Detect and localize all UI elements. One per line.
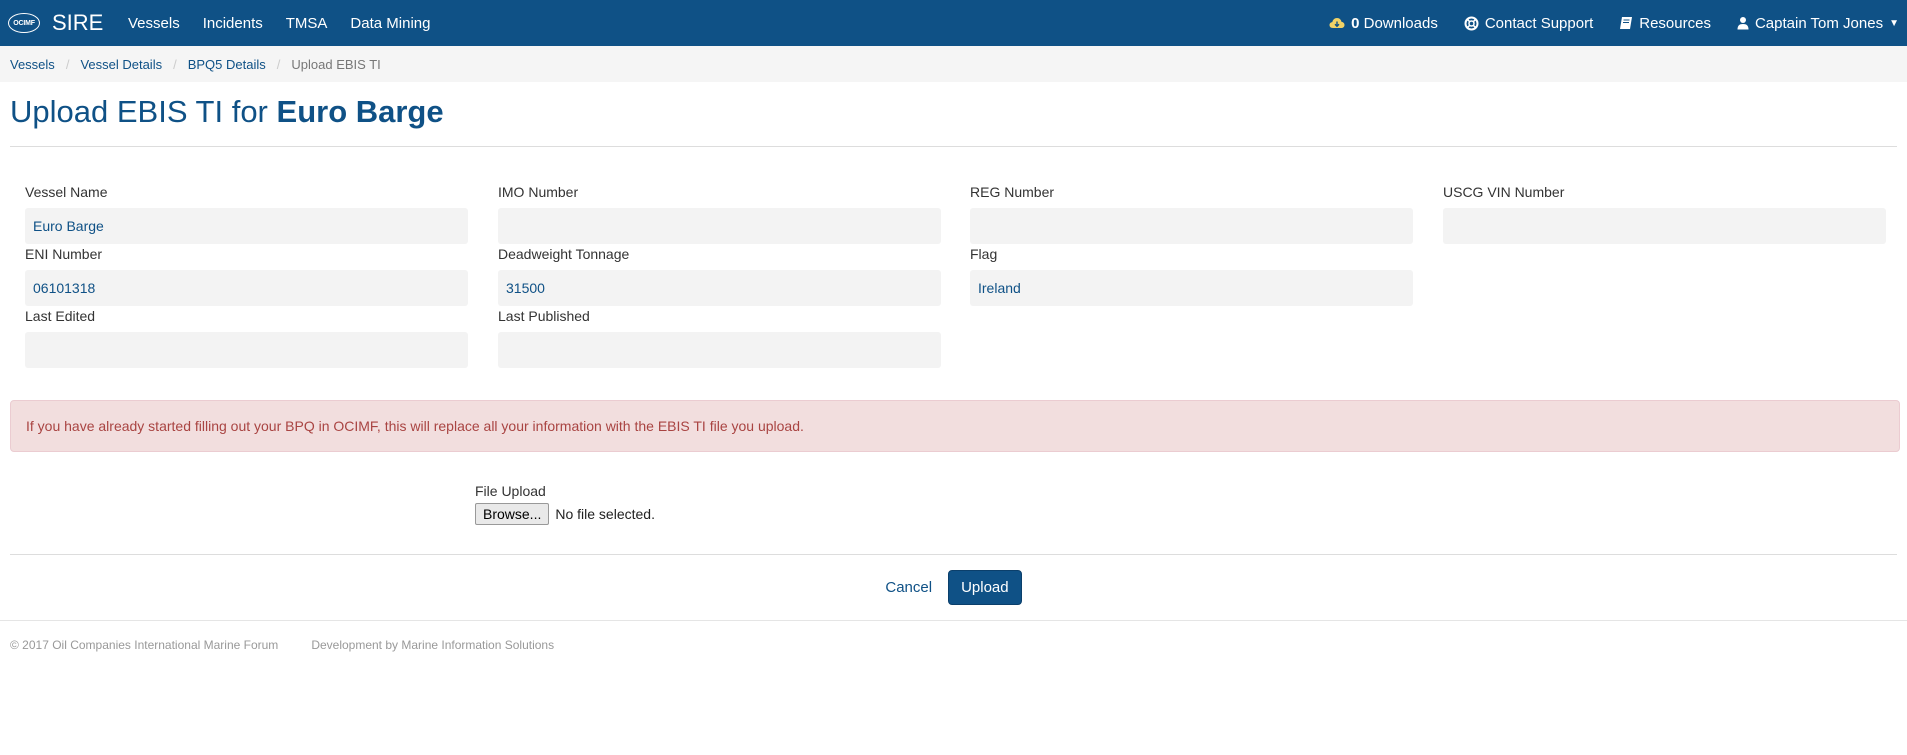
breadcrumb: Vessels / Vessel Details / BPQ5 Details … bbox=[0, 46, 1907, 82]
field-reg-number: REG Number bbox=[970, 184, 1413, 244]
nav-vessels[interactable]: Vessels bbox=[128, 15, 180, 32]
user-menu[interactable]: Captain Tom Jones ▼ bbox=[1737, 15, 1899, 32]
breadcrumb-separator: / bbox=[65, 56, 70, 72]
field-label: Deadweight Tonnage bbox=[498, 246, 630, 262]
resources-label: Resources bbox=[1639, 14, 1711, 32]
field-value bbox=[970, 208, 1413, 244]
cancel-link[interactable]: Cancel bbox=[885, 579, 932, 596]
field-value bbox=[498, 332, 941, 368]
footer-copyright: © 2017 Oil Companies International Marin… bbox=[10, 638, 279, 652]
field-imo-number: IMO Number bbox=[498, 184, 941, 244]
resources-link[interactable]: Resources bbox=[1619, 15, 1711, 32]
user-name: Captain Tom Jones bbox=[1754, 14, 1884, 32]
nav-data-mining[interactable]: Data Mining bbox=[350, 15, 430, 32]
user-nav: 0 Downloads Contact Support Resources Ca… bbox=[1303, 0, 1899, 46]
field-uscg-vin-number: USCG VIN Number bbox=[1443, 184, 1886, 244]
downloads-count: 0 bbox=[1351, 14, 1360, 32]
downloads-label: Downloads bbox=[1363, 14, 1438, 32]
file-upload-group: File Upload Browse... No file selected. bbox=[475, 483, 655, 525]
nav-incidents[interactable]: Incidents bbox=[203, 15, 263, 32]
field-value: Ireland bbox=[970, 270, 1413, 306]
field-label: Flag bbox=[970, 246, 998, 262]
user-icon bbox=[1737, 16, 1749, 30]
breadcrumb-bpq5-details[interactable]: BPQ5 Details bbox=[188, 57, 266, 72]
footer-developer[interactable]: Development by Marine Information Soluti… bbox=[311, 638, 554, 652]
file-input-row: Browse... No file selected. bbox=[475, 503, 655, 525]
contact-support-link[interactable]: Contact Support bbox=[1464, 15, 1593, 32]
breadcrumb-vessels[interactable]: Vessels bbox=[10, 57, 55, 72]
field-value bbox=[25, 332, 468, 368]
brand[interactable]: OCIMF SIRE bbox=[8, 0, 103, 46]
field-label: ENI Number bbox=[25, 246, 103, 262]
field-label: REG Number bbox=[970, 184, 1055, 200]
downloads-link[interactable]: 0 Downloads bbox=[1329, 15, 1438, 32]
breadcrumb-separator: / bbox=[276, 56, 281, 72]
field-value bbox=[1443, 208, 1886, 244]
page-title-vessel: Euro Barge bbox=[276, 94, 444, 129]
field-value: 31500 bbox=[498, 270, 941, 306]
lifebuoy-icon bbox=[1464, 16, 1479, 31]
form-actions: Cancel Upload bbox=[0, 570, 1907, 605]
divider bbox=[10, 146, 1897, 147]
warning-alert: If you have already started filling out … bbox=[10, 400, 1900, 452]
book-icon bbox=[1619, 16, 1633, 30]
field-label: USCG VIN Number bbox=[1443, 184, 1565, 200]
field-vessel-name: Vessel Name Euro Barge bbox=[25, 184, 468, 244]
field-label: Last Edited bbox=[25, 308, 96, 324]
page-title: Upload EBIS TI for Euro Barge bbox=[10, 94, 444, 130]
top-navbar: OCIMF SIRE Vessels Incidents TMSA Data M… bbox=[0, 0, 1907, 46]
breadcrumb-current: Upload EBIS TI bbox=[291, 56, 381, 72]
upload-button[interactable]: Upload bbox=[948, 570, 1022, 605]
field-flag: Flag Ireland bbox=[970, 246, 1413, 306]
breadcrumb-vessel-details[interactable]: Vessel Details bbox=[80, 57, 162, 72]
main-nav: Vessels Incidents TMSA Data Mining bbox=[128, 0, 453, 46]
field-last-published: Last Published bbox=[498, 308, 941, 368]
field-value: 06101318 bbox=[25, 270, 468, 306]
browse-button[interactable]: Browse... bbox=[475, 503, 550, 525]
file-upload-label: File Upload bbox=[475, 483, 546, 499]
field-deadweight-tonnage: Deadweight Tonnage 31500 bbox=[498, 246, 941, 306]
page-title-prefix: Upload EBIS TI for bbox=[10, 94, 268, 129]
field-value bbox=[498, 208, 941, 244]
field-eni-number: ENI Number 06101318 bbox=[25, 246, 468, 306]
caret-down-icon: ▼ bbox=[1889, 17, 1899, 29]
contact-support-label: Contact Support bbox=[1484, 14, 1594, 32]
field-last-edited: Last Edited bbox=[25, 308, 468, 368]
breadcrumb-separator: / bbox=[173, 56, 177, 72]
field-label: Last Published bbox=[498, 308, 590, 324]
field-label: Vessel Name bbox=[25, 184, 108, 200]
divider bbox=[10, 554, 1897, 555]
brand-name: SIRE bbox=[52, 10, 104, 35]
nav-tmsa[interactable]: TMSA bbox=[286, 15, 328, 32]
ocimf-logo: OCIMF bbox=[8, 13, 40, 33]
cloud-download-icon bbox=[1329, 17, 1345, 30]
field-value: Euro Barge bbox=[25, 208, 468, 244]
field-label: IMO Number bbox=[498, 184, 579, 200]
footer-divider bbox=[0, 620, 1907, 621]
file-status: No file selected. bbox=[555, 506, 655, 522]
footer: © 2017 Oil Companies International Marin… bbox=[10, 638, 554, 652]
